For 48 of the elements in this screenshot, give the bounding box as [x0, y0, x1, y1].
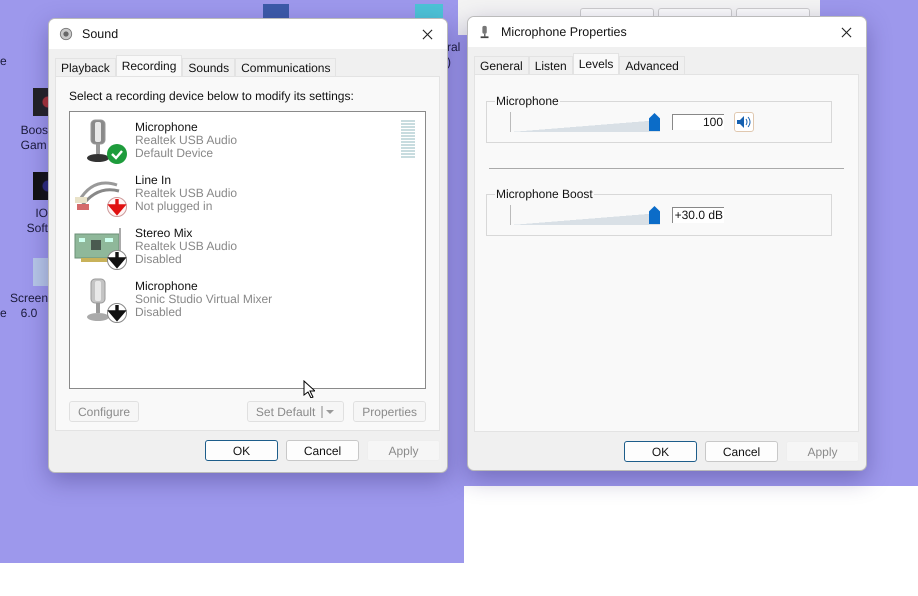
tab[interactable]: Communications: [235, 58, 336, 76]
tab[interactable]: Playback: [55, 58, 116, 76]
close-icon[interactable]: [422, 28, 433, 40]
device-name: Line In: [135, 174, 172, 187]
device-driver: Realtek USB Audio: [135, 134, 238, 147]
device-status: Disabled: [135, 306, 183, 319]
device-status: Not plugged in: [135, 200, 214, 213]
tab[interactable]: Advanced: [619, 56, 685, 74]
shortcut-label[interactable]: Gam: [20, 138, 48, 153]
tab[interactable]: Levels: [572, 53, 620, 74]
dialog-button[interactable]: OK: [624, 441, 697, 462]
dialog-button[interactable]: OK: [205, 440, 278, 461]
device-status: Disabled: [135, 253, 183, 266]
speaker-icon: [59, 27, 73, 41]
shortcut-label[interactable]: ral: [447, 40, 460, 55]
tab[interactable]: Listen: [528, 56, 573, 74]
tab[interactable]: Recording: [116, 55, 182, 76]
speaker-icon: [736, 115, 752, 129]
dialog-button[interactable]: Cancel: [286, 440, 359, 461]
device-name: Microphone: [135, 121, 199, 134]
device-name: Microphone: [135, 280, 199, 293]
device-name: Stereo Mix: [135, 227, 194, 240]
shortcut-label[interactable]: Screen: [10, 291, 48, 306]
window-title: Sound: [82, 27, 120, 41]
close-icon[interactable]: [841, 26, 852, 38]
device-driver: Realtek USB Audio: [135, 240, 238, 253]
level-field[interactable]: 100: [672, 114, 724, 130]
tab[interactable]: General: [474, 56, 529, 74]
shortcut-label[interactable]: e: [0, 54, 7, 69]
level-field[interactable]: +30.0 dB: [672, 207, 724, 223]
device-status: Default Device: [135, 147, 214, 160]
tab[interactable]: Sounds: [182, 58, 236, 76]
slider-thumb[interactable]: [649, 113, 660, 131]
shortcut-label[interactable]: 6.0: [10, 306, 48, 321]
window-title: Microphone Properties: [501, 25, 628, 39]
device-driver: Realtek USB Audio: [135, 187, 238, 200]
instruction-text: Select a recording device below to modify its settings:: [69, 88, 355, 104]
mute-button[interactable]: [734, 112, 754, 132]
dialog-button[interactable]: Cancel: [705, 441, 778, 462]
group-label: Microphone: [495, 94, 560, 108]
slider-thumb[interactable]: [649, 206, 660, 224]
shortcut-label[interactable]: IO: [26, 206, 48, 221]
device-driver: Sonic Studio Virtual Mixer: [135, 293, 272, 306]
shortcut-label[interactable]: e: [0, 306, 7, 321]
group-label: Microphone Boost: [495, 187, 594, 201]
dropdown-arrow-icon: [321, 406, 336, 418]
shortcut-label[interactable]: Boos: [20, 123, 48, 138]
shortcut-label[interactable]: Soft: [26, 221, 48, 236]
